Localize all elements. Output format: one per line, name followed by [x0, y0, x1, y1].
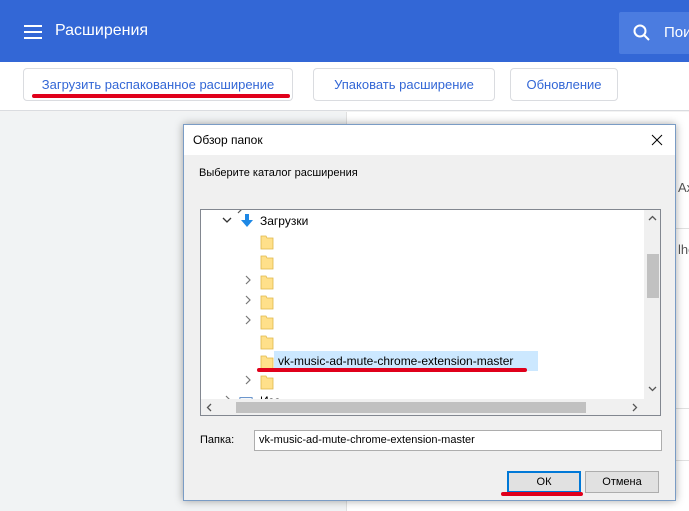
dialog-prompt: Выберите каталог расширения — [199, 167, 358, 179]
ok-button[interactable]: ОК — [507, 471, 581, 493]
cancel-button[interactable]: Отмена — [585, 471, 659, 493]
tree-label-selected-folder: vk-music-ad-mute-chrome-extension-master — [278, 354, 514, 368]
vertical-scrollbar[interactable] — [644, 210, 660, 399]
page-title: Расширения — [55, 22, 149, 39]
folder-icon — [260, 275, 274, 290]
tree-row[interactable] — [201, 251, 644, 271]
chevron-right-icon[interactable] — [243, 315, 253, 325]
folder-icon — [260, 255, 274, 270]
folder-icon — [260, 335, 274, 350]
card-text-fragment: Ax — [678, 180, 689, 195]
tree-row[interactable] — [201, 331, 644, 351]
tree-row[interactable] — [201, 271, 644, 291]
card-text-fragment: lho — [678, 242, 689, 257]
search-icon — [633, 24, 650, 41]
tree-row-downloads[interactable]: Загрузки — [201, 211, 644, 231]
scroll-left-icon[interactable] — [205, 403, 214, 412]
folder-icon — [260, 235, 274, 250]
folder-icon — [260, 295, 274, 310]
highlight-underline — [32, 94, 290, 98]
tree-row[interactable] — [201, 231, 644, 251]
tree-row[interactable] — [201, 311, 644, 331]
chevron-right-icon[interactable] — [243, 275, 253, 285]
highlight-underline — [257, 368, 527, 372]
tree-label-downloads: Загрузки — [260, 214, 309, 228]
close-icon[interactable] — [643, 126, 671, 154]
horizontal-scroll-thumb[interactable] — [236, 402, 586, 413]
scroll-right-icon[interactable] — [630, 403, 639, 412]
folder-tree[interactable]: Загрузки vk-music-ad-mute-chrome-extensi… — [200, 209, 661, 416]
dialog-title: Обзор папок — [193, 133, 263, 147]
update-button[interactable]: Обновление — [510, 68, 618, 101]
chevron-right-icon[interactable] — [243, 295, 253, 305]
scroll-down-icon[interactable] — [648, 384, 657, 393]
hamburger-menu-icon[interactable] — [24, 25, 42, 39]
developer-toolbar: Загрузить распакованное расширение Упако… — [0, 62, 689, 111]
vertical-scroll-thumb[interactable] — [647, 254, 659, 298]
folder-icon — [260, 315, 274, 330]
folder-label: Папка: — [200, 434, 235, 446]
chevron-down-icon[interactable] — [222, 215, 232, 225]
chevron-right-icon[interactable] — [243, 375, 253, 385]
folder-path-input[interactable]: vk-music-ad-mute-chrome-extension-master — [254, 430, 662, 451]
horizontal-scrollbar[interactable] — [201, 399, 644, 415]
folder-icon — [260, 375, 274, 390]
dialog-titlebar: Обзор папок — [184, 125, 675, 155]
tree-row[interactable] — [201, 371, 644, 391]
search-box[interactable]: Пои — [619, 12, 689, 54]
highlight-underline — [501, 492, 583, 496]
browse-folder-dialog: Обзор папок Выберите каталог расширения … — [183, 124, 676, 501]
pack-extension-button[interactable]: Упаковать расширение — [313, 68, 495, 101]
scroll-up-icon[interactable] — [648, 214, 657, 223]
scrollbar-corner — [644, 399, 660, 415]
extensions-header: Расширения Пои — [0, 0, 689, 62]
tree-row[interactable] — [201, 291, 644, 311]
downloads-arrow-icon — [241, 214, 253, 227]
search-input[interactable]: Пои — [664, 24, 689, 41]
